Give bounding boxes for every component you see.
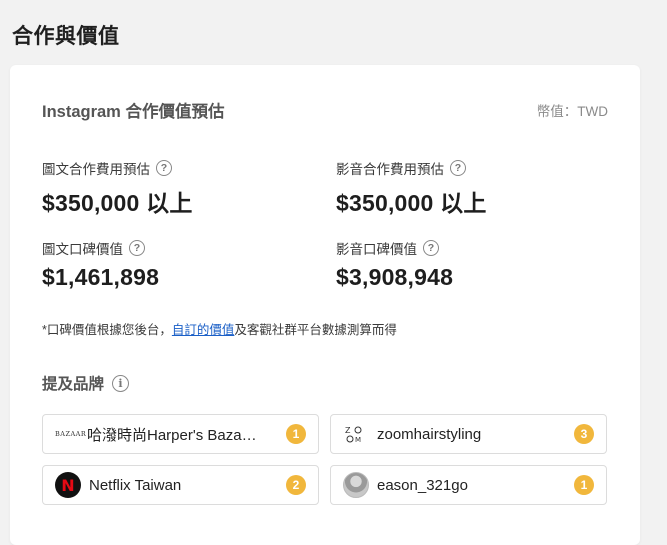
mention-count-badge: 3 [574, 424, 594, 444]
metric-label: 影音合作費用預估 [336, 162, 444, 177]
collaboration-value-card: Instagram 合作價值預估 幣值：TWD 圖文合作費用預估 ? $350,… [10, 65, 640, 545]
metric-label: 影音口碑價值 [336, 242, 417, 257]
metric-label: 圖文口碑價值 [42, 242, 123, 257]
brand-name: 哈潑時尚Harper's Baza… [87, 426, 257, 444]
mention-count-badge: 1 [574, 475, 594, 495]
metric-video-word-of-mouth: 影音口碑價值 ? $3,908,948 [336, 238, 453, 291]
mention-count-badge: 1 [286, 424, 306, 444]
footnote-prefix: *口碑價值根據您後台， [42, 323, 172, 337]
info-icon[interactable]: i [112, 374, 130, 392]
brand-item-harpers-bazaar[interactable]: BAZAAR 哈潑時尚Harper's Baza… 1 [42, 414, 319, 454]
help-icon[interactable]: ? [129, 240, 145, 256]
page-title: 合作與價值 [12, 25, 120, 48]
metric-video-fee: 影音合作費用預估 ? $350,000 以上 [336, 158, 487, 218]
mention-count-badge: 2 [286, 475, 306, 495]
svg-text:M: M [355, 436, 361, 444]
help-icon[interactable]: ? [450, 160, 466, 176]
card-title: Instagram 合作價值預估 [42, 103, 225, 121]
metric-label: 圖文合作費用預估 [42, 162, 150, 177]
brand-name: Netflix Taiwan [89, 476, 182, 494]
brand-name: zoomhairstyling [377, 425, 482, 443]
brand-item-netflix-taiwan[interactable]: N Netflix Taiwan 2 [42, 465, 319, 505]
mentioned-brands-header: 提及品牌 i [42, 372, 130, 394]
help-icon[interactable]: ? [156, 160, 172, 176]
brand-item-zoomhairstyling[interactable]: Z M zoomhairstyling 3 [330, 414, 607, 454]
footnote-suffix: 及客觀社群平台數據測算而得 [234, 323, 397, 337]
mentioned-brands-title: 提及品牌 [42, 376, 105, 393]
metric-value: $350,000 以上 [42, 190, 193, 216]
bazaar-logo-icon: BAZAAR [55, 430, 87, 438]
help-icon[interactable]: ? [423, 240, 439, 256]
svg-text:Z: Z [345, 426, 351, 435]
currency-label: 幣值：TWD [536, 104, 608, 119]
zoom-logo-icon: Z M [343, 421, 369, 447]
metric-value: $3,908,948 [336, 264, 454, 290]
brand-item-eason-321go[interactable]: eason_321go 1 [330, 465, 607, 505]
metric-value: $1,461,898 [42, 264, 160, 290]
metric-image-post-word-of-mouth: 圖文口碑價值 ? $1,461,898 [42, 238, 159, 291]
brand-name: eason_321go [377, 476, 468, 494]
footnote: *口碑價值根據您後台，自訂的價值及客觀社群平台數據測算而得 [42, 319, 397, 338]
netflix-logo-icon: N [55, 472, 81, 498]
metric-image-post-fee: 圖文合作費用預估 ? $350,000 以上 [42, 158, 193, 218]
custom-value-link[interactable]: 自訂的價值 [172, 323, 235, 337]
avatar [343, 472, 369, 498]
metric-value: $350,000 以上 [336, 190, 487, 216]
